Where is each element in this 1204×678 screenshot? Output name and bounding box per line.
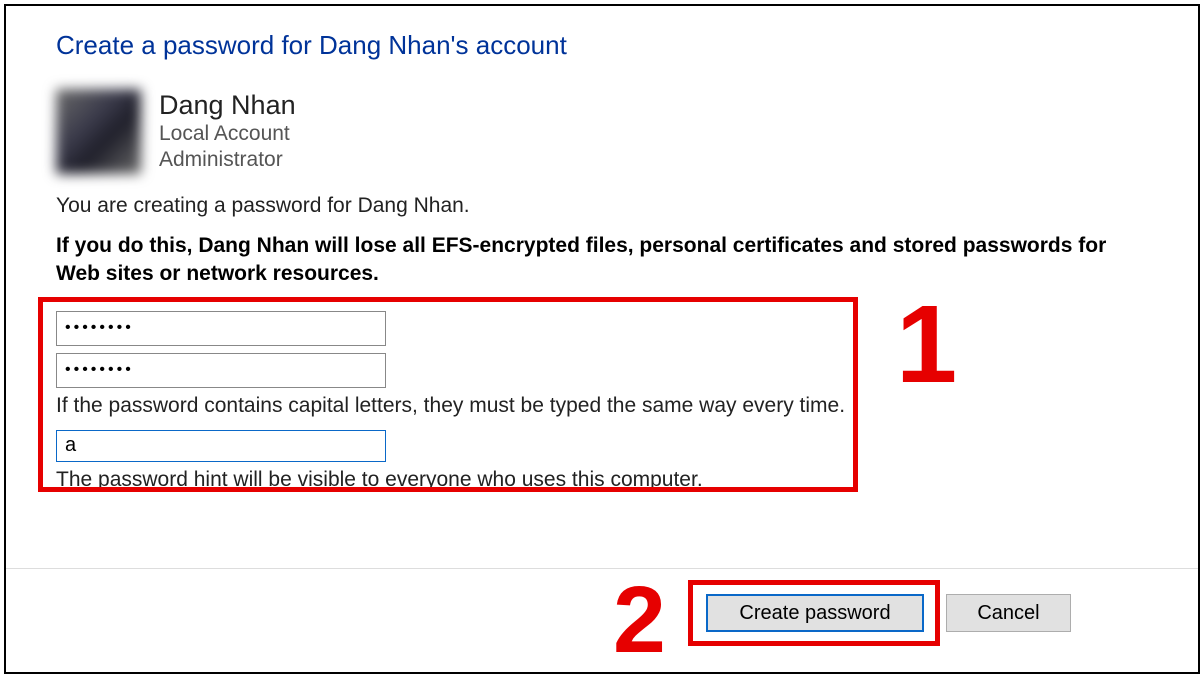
create-password-button[interactable]: Create password [706, 594, 924, 632]
confirm-password-input[interactable] [56, 353, 386, 388]
page-title: Create a password for Dang Nhan's accoun… [56, 30, 1148, 61]
annotation-number-2: 2 [613, 566, 666, 675]
info-line: You are creating a password for Dang Nha… [56, 194, 1148, 218]
password-fields: If the password contains capital letters… [56, 311, 1148, 492]
cancel-button[interactable]: Cancel [946, 594, 1071, 632]
avatar [56, 89, 141, 174]
user-role: Administrator [159, 147, 296, 173]
password-hint-input[interactable] [56, 430, 386, 462]
new-password-input[interactable] [56, 311, 386, 346]
user-account-type: Local Account [159, 121, 296, 147]
dialog-content: Create a password for Dang Nhan's accoun… [6, 6, 1198, 492]
dialog-frame: Create a password for Dang Nhan's accoun… [4, 4, 1200, 674]
dialog-footer: 2 Create password Cancel [6, 564, 1198, 672]
user-meta: Dang Nhan Local Account Administrator [159, 90, 296, 174]
user-name: Dang Nhan [159, 90, 296, 121]
warning-text: If you do this, Dang Nhan will lose all … [56, 232, 1148, 289]
hint-caption: The password hint will be visible to eve… [56, 468, 1148, 492]
caps-caption: If the password contains capital letters… [56, 394, 1148, 418]
user-info-row: Dang Nhan Local Account Administrator [56, 89, 1148, 174]
